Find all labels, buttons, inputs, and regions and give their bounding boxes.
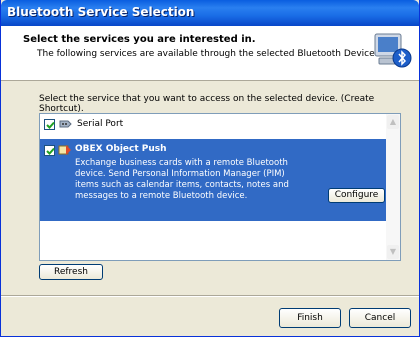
list-item-selected[interactable]: OBEX Object Push Exchange business cards… bbox=[40, 139, 386, 221]
refresh-button[interactable]: Refresh bbox=[39, 264, 103, 280]
header-title: Select the services you are interested i… bbox=[23, 34, 256, 45]
bluetooth-computer-icon bbox=[371, 32, 413, 72]
object-push-icon bbox=[58, 143, 72, 157]
configure-button[interactable]: Configure bbox=[328, 188, 385, 203]
list-item[interactable]: Serial Port bbox=[40, 114, 386, 134]
scroll-down-icon[interactable]: ▼ bbox=[387, 245, 399, 259]
finish-button[interactable]: Finish bbox=[279, 308, 341, 328]
separator bbox=[1, 295, 419, 297]
service-description: Exchange business cards with a remote Bl… bbox=[75, 158, 289, 201]
service-list[interactable]: Serial Port OBEX Object Push Exchange bu… bbox=[39, 113, 401, 261]
list-scrollbar[interactable]: ▲ ▼ bbox=[386, 114, 400, 260]
service-label: Serial Port bbox=[77, 119, 124, 129]
serial-port-icon bbox=[59, 117, 73, 131]
title-bar[interactable]: Bluetooth Service Selection bbox=[1, 0, 419, 26]
window-title: Bluetooth Service Selection bbox=[7, 5, 195, 19]
cancel-button[interactable]: Cancel bbox=[349, 308, 411, 328]
dialog-window: Bluetooth Service Selection Select the s… bbox=[0, 0, 420, 337]
header-subtitle: The following services are available thr… bbox=[37, 49, 378, 59]
header-panel: Select the services you are interested i… bbox=[1, 26, 419, 81]
scroll-up-icon[interactable]: ▲ bbox=[387, 115, 399, 129]
instruction-text: Select the service that you want to acce… bbox=[39, 94, 375, 114]
service-label: OBEX Object Push bbox=[75, 144, 167, 154]
service-checkbox[interactable] bbox=[44, 119, 55, 130]
service-checkbox[interactable] bbox=[44, 145, 55, 156]
